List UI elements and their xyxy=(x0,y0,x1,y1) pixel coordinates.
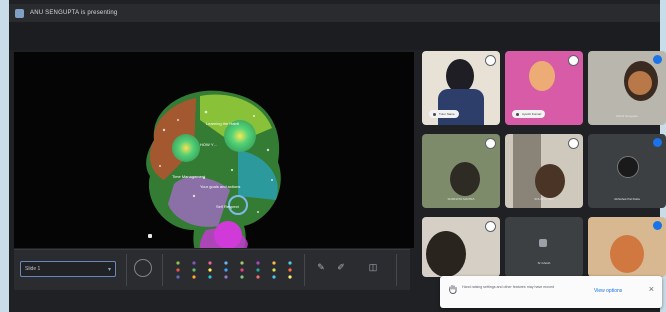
hand-raise-icon xyxy=(449,285,457,294)
highlighter-tool-icon[interactable]: ✐ xyxy=(334,260,348,274)
notification-toast: Hand raising settings and other features… xyxy=(440,276,662,308)
mic-active-icon xyxy=(653,138,662,147)
participant-video xyxy=(628,71,652,95)
participant-video xyxy=(446,59,474,93)
participant-name: Abhishek Pal Dutta xyxy=(614,197,640,201)
eraser-tool-icon[interactable]: ◫ xyxy=(366,260,380,274)
mouse-cursor xyxy=(148,234,152,238)
participant-video xyxy=(450,162,480,196)
participant-video xyxy=(535,164,565,198)
mic-off-icon xyxy=(539,239,547,247)
participant-tile[interactable]: Tutor Name xyxy=(422,51,500,125)
mic-muted-icon xyxy=(485,55,496,66)
control-divider xyxy=(126,254,127,286)
pen-tool-icon[interactable]: ✎ xyxy=(314,260,328,274)
participant-video xyxy=(529,61,555,91)
slide-selector[interactable]: Slide 1 ▾ xyxy=(20,261,116,277)
mic-muted-icon xyxy=(485,221,496,232)
presentation-control-bar: Slide 1 ▾ ✎ ✐ ◫ xyxy=(14,249,410,290)
control-divider xyxy=(396,254,397,286)
participant-name: Ayushi Kumari xyxy=(522,112,542,116)
mic-muted-icon xyxy=(485,138,496,149)
participant-avatar xyxy=(617,156,639,178)
participant-tile[interactable]: Ayushi Kumari xyxy=(505,51,583,125)
view-options-link[interactable]: View options xyxy=(594,288,622,294)
participant-name: SOMNATH MAITRA xyxy=(447,197,475,201)
participant-tile[interactable]: Rahul Sengupta xyxy=(588,51,666,125)
slide-text-1: Learning the Habit xyxy=(206,121,240,126)
brain-illustration: Learning the Habit Time Management HOW Y… xyxy=(146,90,281,248)
annotation-color-palette[interactable] xyxy=(172,257,300,283)
chevron-down-icon: ▾ xyxy=(107,267,111,273)
slide-text-2: Time Management xyxy=(172,174,206,179)
participant-video xyxy=(610,235,644,273)
participant-name-pill: Ayushi Kumari xyxy=(512,110,546,118)
app-icon xyxy=(15,8,24,18)
laser-pointer-button[interactable] xyxy=(134,259,152,277)
slide-selector-value: Slide 1 xyxy=(25,266,41,272)
mic-active-icon xyxy=(653,221,662,230)
slide-text-5: Self Respect xyxy=(216,204,240,209)
participant-video xyxy=(426,231,466,277)
presentation-stage: Learning the Habit Time Management HOW Y… xyxy=(14,52,414,248)
participant-name: Rahul Sengupta xyxy=(616,114,638,118)
participant-name: SOUMYA SEN xyxy=(534,197,554,201)
participant-tile[interactable]: Abhishek Pal Dutta xyxy=(588,134,666,208)
pin-icon xyxy=(433,112,436,116)
control-divider xyxy=(304,254,305,286)
participant-video xyxy=(438,89,484,125)
mic-muted-icon xyxy=(568,138,579,149)
mic-active-icon xyxy=(653,55,662,64)
close-icon[interactable]: × xyxy=(649,285,654,294)
control-divider xyxy=(162,254,163,286)
screen-edge-left xyxy=(0,0,9,312)
slide-text-3: HOW Y… xyxy=(200,142,217,147)
participant-tile[interactable] xyxy=(588,217,666,277)
slide-text-4: Your goals and actions xyxy=(200,184,240,189)
participant-name: Sr Ghosh xyxy=(537,261,551,265)
participant-tile[interactable]: Sr Ghosh xyxy=(505,217,583,277)
mic-muted-icon xyxy=(568,55,579,66)
participant-name-pill: Tutor Name xyxy=(429,110,459,118)
title-bar: ANU SENGUPTA is presenting xyxy=(9,4,660,22)
participant-tile[interactable]: SOMNATH MAITRA xyxy=(422,134,500,208)
pin-icon xyxy=(516,112,519,116)
window-title: ANU SENGUPTA is presenting xyxy=(30,10,118,16)
toast-message: Hand raising settings and other features… xyxy=(462,285,555,289)
top-strip xyxy=(9,22,660,50)
participant-tile[interactable] xyxy=(422,217,500,277)
participant-name: Tutor Name xyxy=(439,112,455,116)
participant-tile[interactable]: SOUMYA SEN xyxy=(505,134,583,208)
